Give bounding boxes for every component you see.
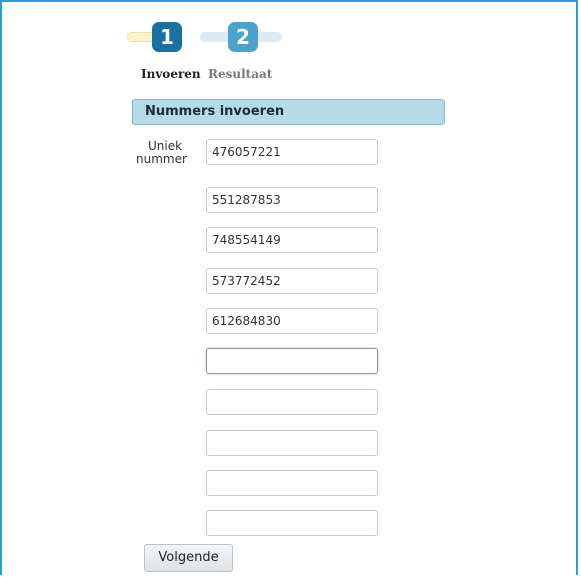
step-1-badge: 1 bbox=[152, 22, 182, 52]
number-input-9[interactable] bbox=[206, 470, 378, 496]
number-input-4[interactable] bbox=[206, 268, 378, 294]
wizard-steps: 1 2 Invoeren Resultaat bbox=[0, 0, 581, 90]
step-progress-track-right bbox=[254, 32, 282, 42]
number-input-3[interactable] bbox=[206, 227, 378, 253]
number-input-1[interactable] bbox=[206, 139, 378, 165]
number-input-7[interactable] bbox=[206, 389, 378, 415]
number-input-5[interactable] bbox=[206, 308, 378, 334]
number-input-8[interactable] bbox=[206, 430, 378, 456]
next-button[interactable]: Volgende bbox=[144, 544, 233, 572]
section-header: Nummers invoeren bbox=[132, 99, 445, 125]
unique-number-label: Uniek nummer bbox=[136, 139, 208, 166]
number-input-10[interactable] bbox=[206, 510, 378, 536]
step-1-label: Invoeren bbox=[141, 67, 201, 81]
unique-number-label-line1: Uniek bbox=[148, 139, 183, 153]
number-input-2[interactable] bbox=[206, 187, 378, 213]
unique-number-label-line2: nummer bbox=[136, 152, 187, 166]
step-2-badge: 2 bbox=[228, 22, 258, 52]
step-2-label: Resultaat bbox=[208, 67, 273, 81]
number-input-6[interactable] bbox=[206, 348, 378, 374]
